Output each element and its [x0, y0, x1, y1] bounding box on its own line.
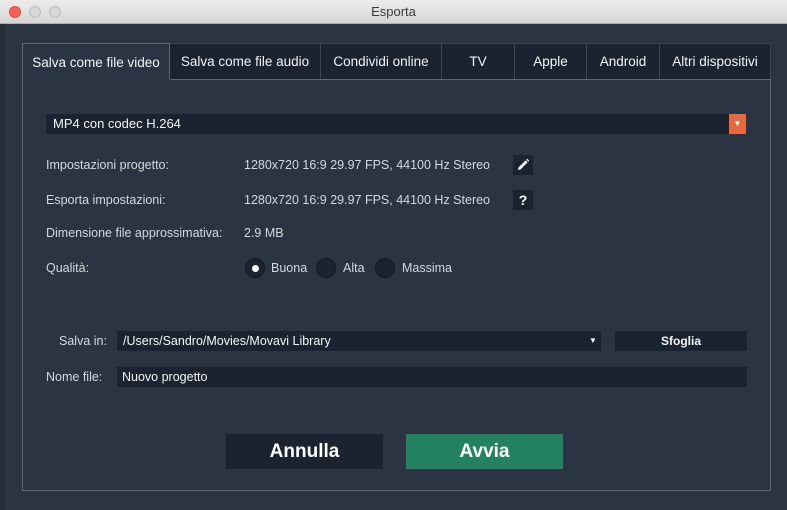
export-panel [22, 79, 771, 491]
tab-save-video[interactable]: Salva come file video [22, 43, 170, 80]
file-size-label: Dimensione file approssimativa: [46, 226, 223, 240]
tab-tv[interactable]: TV [442, 43, 515, 79]
cancel-button[interactable]: Annulla [226, 434, 383, 469]
browse-button[interactable]: Sfoglia [615, 331, 747, 351]
window-title: Esporta [371, 4, 416, 19]
file-size-value: 2.9 MB [244, 226, 284, 240]
title-bar: Esporta [0, 0, 787, 24]
dropdown-arrow-icon[interactable]: ▼ [729, 114, 746, 134]
panel-divider [170, 79, 771, 80]
tab-share-online[interactable]: Condividi online [321, 43, 442, 79]
quality-radio-buona[interactable] [245, 258, 265, 278]
export-settings-label: Esporta impostazioni: [46, 193, 166, 207]
save-path-value: /Users/Sandro/Movies/Movavi Library [123, 334, 331, 348]
pencil-icon[interactable] [513, 155, 533, 175]
dropdown-arrow-icon[interactable]: ▼ [585, 331, 601, 351]
tab-save-audio[interactable]: Salva come file audio [170, 43, 321, 79]
project-settings-value: 1280x720 16:9 29.97 FPS, 44100 Hz Stereo [244, 158, 491, 172]
quality-option-alta[interactable]: Alta [343, 261, 365, 275]
save-path-select[interactable]: /Users/Sandro/Movies/Movavi Library ▼ [117, 331, 601, 351]
tab-bar: Salva come file video Salva come file au… [22, 43, 771, 80]
export-settings-value: 1280x720 16:9 29.97 FPS, 44100 Hz Stereo [244, 193, 491, 207]
question-icon[interactable]: ? [513, 190, 533, 210]
save-in-label: Salva in: [59, 334, 107, 348]
file-name-input[interactable]: Nuovo progetto [117, 367, 747, 387]
project-settings-label: Impostazioni progetto: [46, 158, 169, 172]
format-select-value: MP4 con codec H.264 [53, 116, 181, 131]
background-window-edge [0, 24, 5, 510]
start-button[interactable]: Avvia [406, 434, 563, 469]
tab-other-devices[interactable]: Altri dispositivi [660, 43, 771, 79]
format-select[interactable]: MP4 con codec H.264 ▼ [46, 114, 746, 134]
quality-option-massima[interactable]: Massima [402, 261, 452, 275]
quality-label: Qualità: [46, 261, 90, 275]
tab-apple[interactable]: Apple [515, 43, 587, 79]
quality-radio-massima[interactable] [375, 258, 395, 278]
quality-radio-alta[interactable] [316, 258, 336, 278]
tab-android[interactable]: Android [587, 43, 660, 79]
quality-option-buona[interactable]: Buona [271, 261, 307, 275]
file-name-label: Nome file: [46, 370, 103, 384]
